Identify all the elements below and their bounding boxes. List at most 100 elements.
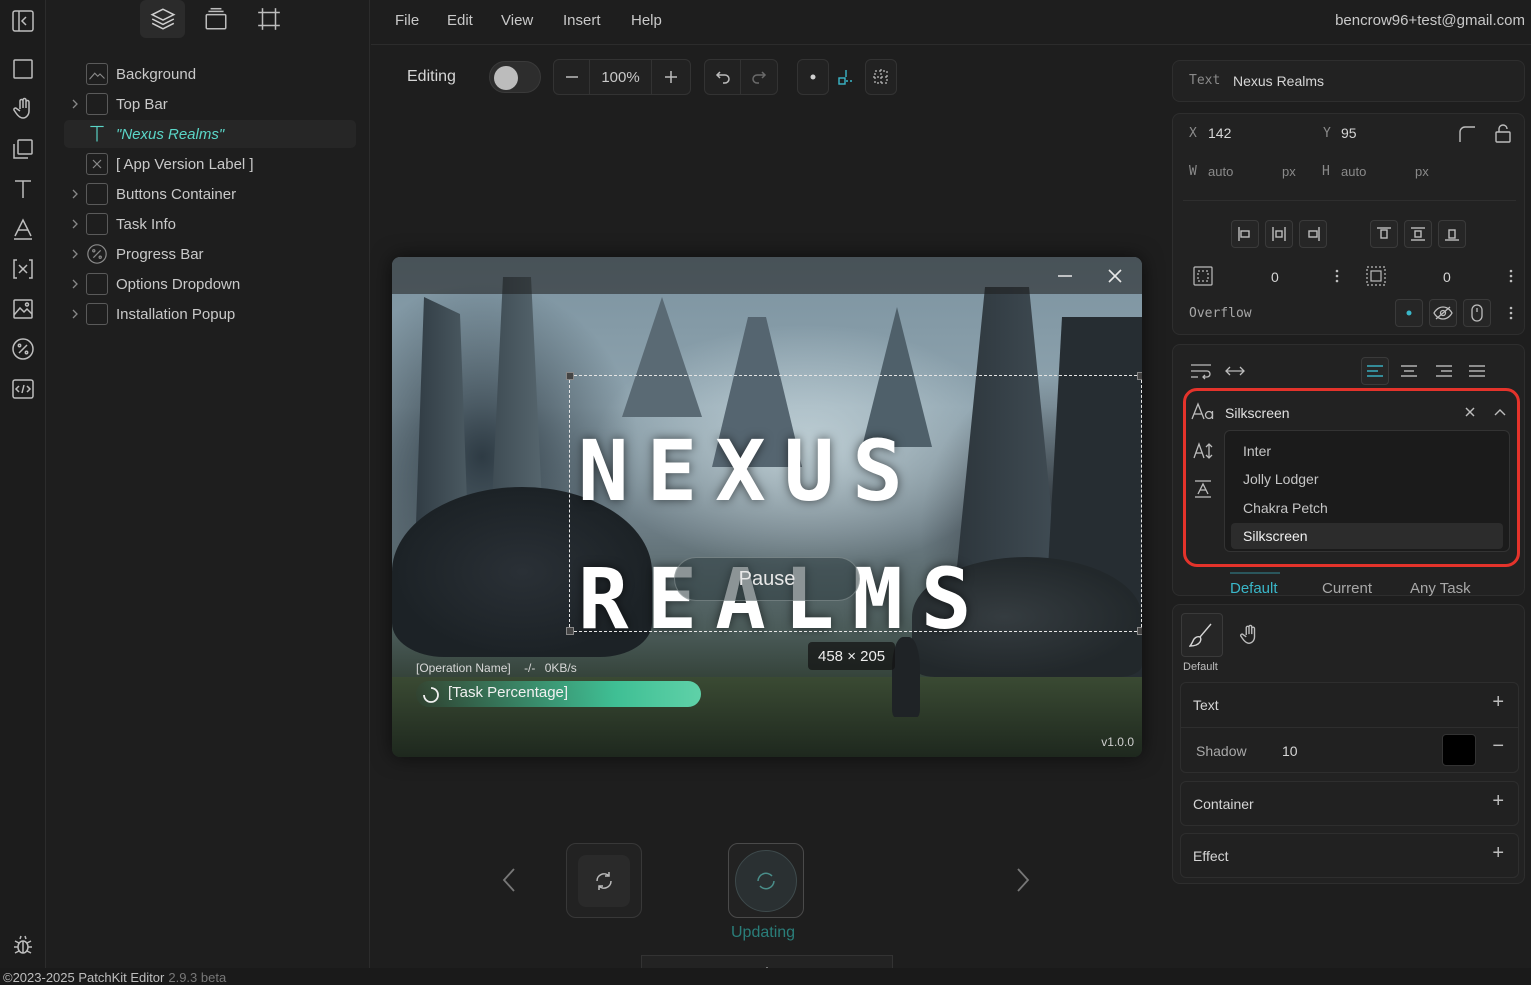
chevron-right-icon[interactable] bbox=[64, 309, 86, 319]
align-right-icon[interactable] bbox=[1299, 220, 1327, 248]
font-family-value[interactable]: Silkscreen bbox=[1225, 405, 1290, 421]
menu-view[interactable]: View bbox=[501, 12, 533, 29]
layer-buttons-container[interactable]: Buttons Container bbox=[64, 180, 356, 208]
menu-help[interactable]: Help bbox=[631, 12, 662, 29]
text-align-justify-icon[interactable] bbox=[1463, 357, 1491, 385]
element-name[interactable]: Nexus Realms bbox=[1233, 73, 1324, 89]
state-card-updating[interactable] bbox=[728, 843, 804, 918]
align-middle-icon[interactable] bbox=[1404, 220, 1432, 248]
align-bottom-icon[interactable] bbox=[1438, 220, 1466, 248]
resize-handle-br[interactable] bbox=[1137, 627, 1142, 635]
state-card-idle[interactable] bbox=[566, 843, 642, 918]
selection-box[interactable] bbox=[566, 372, 1142, 635]
zoom-level[interactable]: 100% bbox=[590, 60, 652, 94]
shadow-value-input[interactable]: 10 bbox=[1282, 743, 1298, 759]
layer-background[interactable]: Background bbox=[64, 60, 356, 88]
align-left-icon[interactable] bbox=[1231, 220, 1259, 248]
w-unit[interactable]: px bbox=[1282, 164, 1296, 179]
editing-toggle[interactable] bbox=[489, 61, 541, 93]
clear-font-icon[interactable] bbox=[1462, 404, 1478, 420]
add-effect-icon[interactable]: + bbox=[1492, 842, 1504, 865]
align-top-icon[interactable] bbox=[1370, 220, 1398, 248]
menu-file[interactable]: File bbox=[395, 12, 419, 29]
tab-layers[interactable] bbox=[140, 0, 185, 38]
corner-radius-icon[interactable] bbox=[1453, 120, 1481, 148]
tab-state-current[interactable]: Current bbox=[1322, 580, 1372, 597]
undo-icon[interactable] bbox=[705, 60, 741, 94]
chevron-up-icon[interactable] bbox=[1492, 404, 1508, 420]
y-input[interactable]: 95 bbox=[1341, 125, 1357, 141]
code-tool-icon[interactable] bbox=[8, 374, 38, 404]
overflow-hidden-icon[interactable] bbox=[1429, 299, 1457, 327]
previous-state-icon[interactable] bbox=[500, 866, 520, 894]
text-align-center-icon[interactable] bbox=[1395, 357, 1423, 385]
chevron-right-icon[interactable] bbox=[64, 279, 86, 289]
text-align-left-icon[interactable] bbox=[1361, 357, 1389, 385]
duplicate-tool-icon[interactable] bbox=[8, 134, 38, 164]
rectangle-tool-icon[interactable] bbox=[8, 54, 38, 84]
redo-icon[interactable] bbox=[741, 60, 777, 94]
menu-insert[interactable]: Insert bbox=[563, 12, 601, 29]
chevron-right-icon[interactable] bbox=[64, 99, 86, 109]
variable-tool-icon[interactable] bbox=[8, 254, 38, 284]
align-center-h-icon[interactable] bbox=[1265, 220, 1293, 248]
resize-handle-tr[interactable] bbox=[1137, 372, 1142, 380]
layer-task-info[interactable]: Task Info bbox=[64, 210, 356, 238]
margin-input[interactable]: 0 bbox=[1443, 269, 1451, 285]
layer-progress-bar[interactable]: Progress Bar bbox=[64, 240, 356, 268]
h-input[interactable]: auto bbox=[1341, 164, 1366, 179]
overflow-scroll-icon[interactable] bbox=[1463, 299, 1491, 327]
tab-state-default[interactable]: Default bbox=[1230, 580, 1278, 597]
margin-icon[interactable] bbox=[1362, 262, 1390, 290]
text-wrap-icon[interactable] bbox=[1187, 357, 1215, 385]
shadow-color-swatch[interactable] bbox=[1442, 734, 1476, 766]
resize-handle-tl[interactable] bbox=[566, 372, 574, 380]
margin-more-icon[interactable] bbox=[1497, 262, 1525, 290]
text-tool-icon[interactable] bbox=[8, 174, 38, 204]
layer-nexus-realms-text[interactable]: "Nexus Realms" bbox=[64, 120, 356, 148]
overflow-visible-button[interactable] bbox=[1395, 299, 1423, 327]
font-option-chakra-petch[interactable]: Chakra Petch bbox=[1231, 495, 1503, 521]
chevron-right-icon[interactable] bbox=[64, 219, 86, 229]
font-option-inter[interactable]: Inter bbox=[1231, 438, 1503, 464]
grid-button[interactable] bbox=[865, 59, 897, 95]
overflow-more-icon[interactable] bbox=[1497, 299, 1525, 327]
tab-frames[interactable] bbox=[246, 0, 291, 38]
image-tool-icon[interactable] bbox=[8, 294, 38, 324]
chevron-right-icon[interactable] bbox=[64, 249, 86, 259]
layer-app-version-label[interactable]: [ App Version Label ] bbox=[64, 150, 356, 178]
close-icon[interactable] bbox=[1102, 265, 1128, 287]
menu-edit[interactable]: Edit bbox=[447, 12, 473, 29]
lock-aspect-icon[interactable] bbox=[1489, 120, 1517, 148]
font-option-jolly-lodger[interactable]: Jolly Lodger bbox=[1231, 466, 1503, 492]
minimize-icon[interactable] bbox=[1052, 265, 1078, 287]
text-align-right-icon[interactable] bbox=[1430, 357, 1458, 385]
h-unit[interactable]: px bbox=[1415, 164, 1429, 179]
layer-top-bar[interactable]: Top Bar bbox=[64, 90, 356, 118]
launcher-preview[interactable]: NEXUS REALMS Pause 458 × 205 [Operation … bbox=[392, 257, 1142, 757]
tab-state-any-task[interactable]: Any Task bbox=[1410, 580, 1471, 597]
padding-more-icon[interactable] bbox=[1323, 262, 1351, 290]
tab-assets[interactable] bbox=[193, 0, 238, 38]
next-state-icon[interactable] bbox=[1012, 866, 1032, 894]
remove-shadow-icon[interactable]: − bbox=[1492, 735, 1504, 758]
font-tool-icon[interactable] bbox=[8, 214, 38, 244]
zoom-in-button[interactable] bbox=[652, 60, 690, 94]
hover-state-icon[interactable] bbox=[1233, 619, 1265, 651]
hand-tool-icon[interactable] bbox=[8, 94, 38, 124]
percent-tool-icon[interactable] bbox=[8, 334, 38, 364]
resize-handle-bl[interactable] bbox=[566, 627, 574, 635]
font-option-silkscreen[interactable]: Silkscreen bbox=[1231, 523, 1503, 549]
collapse-sidebar-icon[interactable] bbox=[8, 6, 38, 36]
pause-button[interactable]: Pause bbox=[674, 557, 860, 601]
layer-installation-popup[interactable]: Installation Popup bbox=[64, 300, 356, 328]
brush-icon[interactable] bbox=[1181, 613, 1223, 657]
anchor-snap-icon[interactable] bbox=[833, 60, 859, 94]
x-input[interactable]: 142 bbox=[1208, 125, 1231, 141]
chevron-right-icon[interactable] bbox=[64, 189, 86, 199]
add-text-style-icon[interactable]: + bbox=[1492, 691, 1504, 714]
padding-input[interactable]: 0 bbox=[1271, 269, 1279, 285]
bug-icon[interactable] bbox=[8, 930, 38, 960]
text-width-icon[interactable] bbox=[1221, 357, 1249, 385]
layer-options-dropdown[interactable]: Options Dropdown bbox=[64, 270, 356, 298]
